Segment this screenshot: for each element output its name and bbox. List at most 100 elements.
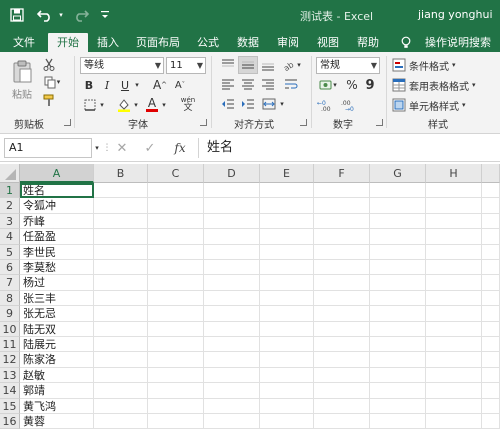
format-painter-icon[interactable]: [40, 92, 58, 108]
formula-input[interactable]: 姓名: [198, 138, 498, 158]
cell-c15[interactable]: [148, 398, 204, 414]
cell-e5[interactable]: [260, 244, 314, 260]
cell-f12[interactable]: [314, 352, 370, 368]
row-header[interactable]: 14: [0, 383, 20, 399]
cell-a12[interactable]: 陈家洛: [20, 352, 94, 368]
cell-g2[interactable]: [370, 198, 426, 214]
cell-d4[interactable]: [204, 229, 260, 245]
row-header[interactable]: 15: [0, 398, 20, 414]
cell-b11[interactable]: [94, 337, 148, 353]
row-header[interactable]: 1: [0, 183, 20, 199]
tab-data[interactable]: 数据: [232, 33, 264, 52]
cell-h6[interactable]: [426, 260, 482, 276]
alignment-launcher-icon[interactable]: [300, 119, 307, 126]
cell-a6[interactable]: 李莫愁: [20, 260, 94, 276]
cut-icon[interactable]: [40, 56, 58, 72]
cell-c2[interactable]: [148, 198, 204, 214]
cell-d8[interactable]: [204, 290, 260, 307]
comma-style-button[interactable]: 9: [362, 77, 378, 93]
cell-a15[interactable]: 黄飞鸿: [20, 398, 94, 414]
italic-button[interactable]: I: [100, 77, 114, 93]
column-header-c[interactable]: C: [148, 164, 204, 183]
cell-b7[interactable]: [94, 275, 148, 291]
user-name[interactable]: jiang yonghui: [418, 8, 493, 21]
font-size-select[interactable]: 11 ▼: [166, 57, 206, 74]
customize-qat-icon[interactable]: [98, 6, 112, 24]
cell-g6[interactable]: [370, 260, 426, 276]
cell-b13[interactable]: [94, 367, 148, 384]
font-color-button[interactable]: A: [144, 95, 160, 113]
row-header[interactable]: 13: [0, 367, 20, 384]
cell-e1[interactable]: [260, 183, 314, 199]
cell-a8[interactable]: 张三丰: [20, 290, 94, 307]
cell-partial[interactable]: [482, 213, 500, 230]
accounting-format-icon[interactable]: ▾: [316, 77, 340, 93]
cell-f15[interactable]: [314, 398, 370, 414]
cell-e9[interactable]: [260, 306, 314, 322]
orientation-icon[interactable]: ab ▾: [280, 57, 304, 73]
cell-h14[interactable]: [426, 383, 482, 399]
name-box-dropdown-icon[interactable]: ▾: [92, 140, 102, 156]
cell-b6[interactable]: [94, 260, 148, 276]
cell-a14[interactable]: 郭靖: [20, 383, 94, 399]
cell-h10[interactable]: [426, 321, 482, 337]
row-header[interactable]: 8: [0, 290, 20, 307]
cell-b8[interactable]: [94, 290, 148, 307]
cell-d15[interactable]: [204, 398, 260, 414]
cell-f8[interactable]: [314, 290, 370, 307]
tab-help[interactable]: 帮助: [352, 33, 384, 52]
merge-dropdown-icon[interactable]: ▾: [278, 96, 286, 112]
cell-h7[interactable]: [426, 275, 482, 291]
cell-d13[interactable]: [204, 367, 260, 384]
row-header[interactable]: 7: [0, 275, 20, 291]
cell-e15[interactable]: [260, 398, 314, 414]
cell-e4[interactable]: [260, 229, 314, 245]
cell-c9[interactable]: [148, 306, 204, 322]
number-launcher-icon[interactable]: [376, 119, 383, 126]
cell-d12[interactable]: [204, 352, 260, 368]
cell-h9[interactable]: [426, 306, 482, 322]
cell-e12[interactable]: [260, 352, 314, 368]
cell-styles-button[interactable]: 单元格样式 ▾: [392, 96, 496, 114]
increase-font-size-button[interactable]: A ^: [152, 77, 168, 93]
cell-a13[interactable]: 赵敏: [20, 367, 94, 384]
cell-d1[interactable]: [204, 183, 260, 199]
cell-partial[interactable]: [482, 244, 500, 260]
increase-indent-icon[interactable]: [238, 96, 258, 112]
cell-h12[interactable]: [426, 352, 482, 368]
underline-button[interactable]: U: [118, 77, 132, 93]
align-left-icon[interactable]: [218, 76, 238, 92]
cell-b9[interactable]: [94, 306, 148, 322]
cell-d14[interactable]: [204, 383, 260, 399]
borders-icon[interactable]: [82, 97, 98, 113]
cell-e13[interactable]: [260, 367, 314, 384]
column-header-h[interactable]: H: [426, 164, 482, 183]
cell-c3[interactable]: [148, 213, 204, 230]
cell-f5[interactable]: [314, 244, 370, 260]
cell-a11[interactable]: 陆展元: [20, 337, 94, 353]
cell-b3[interactable]: [94, 213, 148, 230]
cell-partial[interactable]: [482, 275, 500, 291]
column-header-b[interactable]: B: [94, 164, 148, 183]
cell-partial[interactable]: [482, 229, 500, 245]
cell-g12[interactable]: [370, 352, 426, 368]
cell-h3[interactable]: [426, 213, 482, 230]
row-header[interactable]: 16: [0, 414, 20, 429]
enter-icon[interactable]: ✓: [142, 140, 158, 156]
cell-h1[interactable]: [426, 183, 482, 199]
cell-h5[interactable]: [426, 244, 482, 260]
cell-partial[interactable]: [482, 337, 500, 353]
percent-button[interactable]: %: [344, 77, 360, 93]
conditional-formatting-button[interactable]: 条件格式 ▾: [392, 56, 496, 74]
cell-g10[interactable]: [370, 321, 426, 337]
cell-d3[interactable]: [204, 213, 260, 230]
cell-g11[interactable]: [370, 337, 426, 353]
cell-partial[interactable]: [482, 306, 500, 322]
insert-function-button[interactable]: fx: [170, 140, 190, 156]
cell-e7[interactable]: [260, 275, 314, 291]
select-all-corner[interactable]: [0, 164, 20, 183]
undo-dropdown-icon[interactable]: ▾: [56, 6, 66, 24]
cell-f7[interactable]: [314, 275, 370, 291]
cell-g7[interactable]: [370, 275, 426, 291]
cell-partial[interactable]: [482, 352, 500, 368]
